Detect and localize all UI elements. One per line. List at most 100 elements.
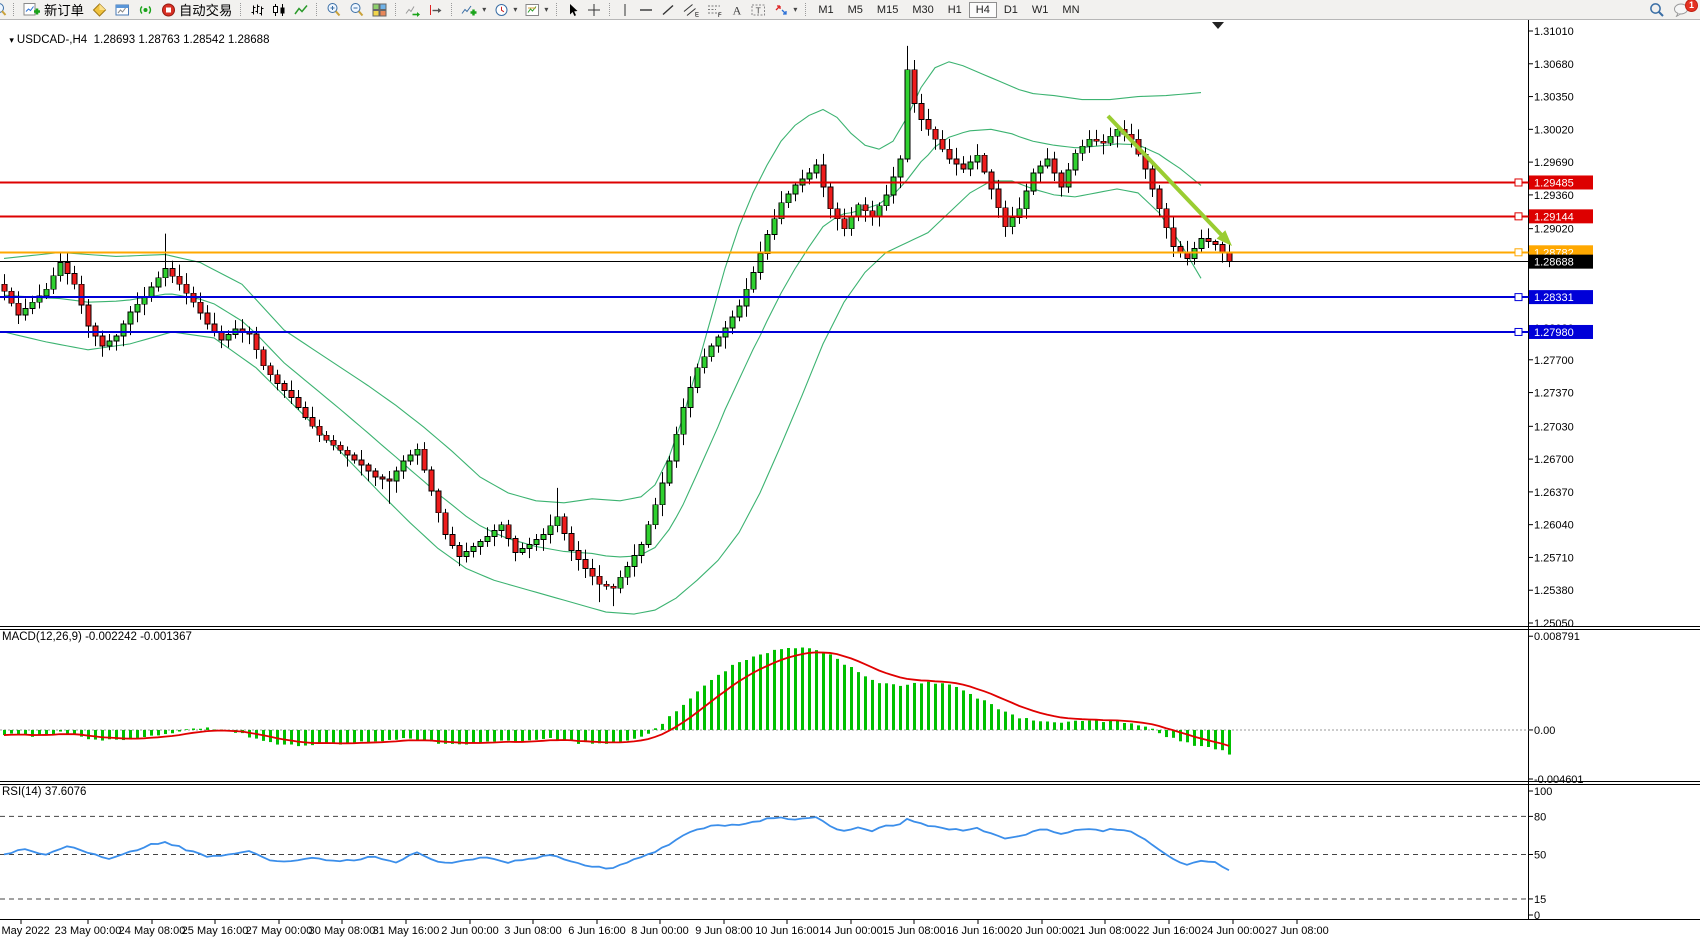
candle-body bbox=[940, 139, 945, 149]
main-toolbar: 新订单 自动交易 ▾ ▾ ▾ E F A T ▾ M1M5M15M30H1H4D… bbox=[0, 0, 1700, 20]
horizontal-line-object[interactable] bbox=[0, 179, 1529, 186]
vertical-line-button[interactable] bbox=[615, 1, 635, 18]
chart-window[interactable]: 1.310101.306801.303501.300201.296901.293… bbox=[0, 0, 1700, 942]
chart-candles-button[interactable] bbox=[268, 1, 290, 18]
periods-button[interactable]: ▾ bbox=[490, 1, 521, 18]
candle-body bbox=[968, 162, 973, 169]
candle-body bbox=[338, 445, 343, 450]
time-tick-label: 31 May 16:00 bbox=[373, 925, 440, 937]
time-axis[interactable]: 9 May 202223 May 00:0024 May 08:0025 May… bbox=[0, 920, 1329, 938]
auto-scroll-button[interactable] bbox=[401, 1, 424, 18]
equidistant-channel-button[interactable]: E bbox=[679, 1, 703, 18]
rsi-indicator-label: RSI(14) 37.6076 bbox=[2, 786, 86, 798]
line-handle bbox=[1515, 249, 1522, 256]
timeframe-button-D1[interactable]: D1 bbox=[997, 2, 1025, 18]
horizontal-line-icon bbox=[639, 3, 653, 17]
metaeditor-button[interactable] bbox=[111, 1, 134, 18]
template-chart-icon bbox=[525, 3, 540, 17]
fibonacci-button[interactable]: F bbox=[703, 1, 727, 18]
candle-body bbox=[989, 172, 994, 189]
profiles-button[interactable] bbox=[88, 1, 111, 18]
candle-body bbox=[576, 550, 581, 559]
line-handle bbox=[1515, 179, 1522, 186]
candle-body bbox=[30, 302, 35, 308]
candle-body bbox=[65, 262, 70, 273]
candle-body bbox=[772, 219, 777, 235]
auto-trading-button[interactable]: 自动交易 bbox=[157, 1, 236, 18]
zoom-out-button[interactable] bbox=[345, 1, 368, 18]
candle-body bbox=[583, 559, 588, 568]
notifications-button[interactable]: 1 bbox=[1669, 1, 1694, 18]
price-tick-label: 1.30020 bbox=[1534, 124, 1574, 136]
timeframe-button-W1[interactable]: W1 bbox=[1025, 2, 1056, 18]
svg-text:F: F bbox=[718, 12, 722, 16]
candle-body bbox=[128, 312, 133, 324]
price-tick-label: 1.27700 bbox=[1534, 355, 1574, 367]
channel-icon: E bbox=[683, 3, 699, 17]
candle-body bbox=[849, 217, 854, 229]
timeframe-button-H1[interactable]: H1 bbox=[941, 2, 969, 18]
trendline-button[interactable] bbox=[657, 1, 679, 18]
chart-line-button[interactable] bbox=[290, 1, 312, 18]
rsi-tick-label: 50 bbox=[1534, 850, 1546, 862]
candle-body bbox=[1059, 173, 1064, 187]
dropdown-caret-icon: ▾ bbox=[793, 5, 797, 14]
price-line-badge-text: 1.28331 bbox=[1534, 292, 1574, 304]
candle-body bbox=[604, 584, 609, 586]
chart-shift-icon bbox=[428, 3, 443, 17]
chart-shift-button[interactable] bbox=[424, 1, 447, 18]
price-line-badge-text: 1.29144 bbox=[1534, 211, 1574, 223]
indicator-axes[interactable]: 0.0087910.00-0.0046011008050150 bbox=[1529, 631, 1584, 922]
candle-body bbox=[737, 306, 742, 317]
zoom-in-button[interactable] bbox=[322, 1, 345, 18]
time-tick-label: 22 Jun 16:00 bbox=[1137, 925, 1201, 937]
new-order-icon bbox=[23, 2, 41, 17]
time-tick-label: 2 Jun 00:00 bbox=[441, 925, 499, 937]
price-tick-label: 1.26040 bbox=[1534, 520, 1574, 532]
price-tick-label: 1.29020 bbox=[1534, 224, 1574, 236]
candle-body bbox=[758, 253, 763, 272]
collapse-icon[interactable]: ▾ bbox=[9, 35, 14, 45]
rsi-tick-label: 80 bbox=[1534, 811, 1546, 823]
horizontal-line-button[interactable] bbox=[635, 1, 657, 18]
templates-button[interactable]: ▾ bbox=[521, 1, 552, 18]
indicators-button[interactable]: ▾ bbox=[457, 1, 490, 18]
candle-body bbox=[954, 159, 959, 164]
candle-body bbox=[492, 531, 497, 537]
arrows-button[interactable]: ▾ bbox=[770, 1, 801, 18]
cursor-button[interactable] bbox=[562, 1, 583, 18]
candle-body bbox=[996, 189, 1001, 208]
candle-body bbox=[352, 455, 357, 460]
signals-button[interactable] bbox=[134, 1, 157, 18]
search-button[interactable] bbox=[1645, 1, 1669, 18]
horizontal-line-object[interactable] bbox=[0, 249, 1529, 256]
candle-body bbox=[317, 426, 322, 435]
chart-bars-button[interactable] bbox=[246, 1, 268, 18]
zoom-out-icon bbox=[349, 2, 364, 17]
text-button[interactable]: A bbox=[727, 1, 747, 18]
timeframe-button-M1[interactable]: M1 bbox=[811, 2, 840, 18]
candle-body bbox=[219, 332, 224, 340]
timeframe-button-MN[interactable]: MN bbox=[1055, 2, 1086, 18]
candle-body bbox=[499, 525, 504, 531]
price-tick-label: 1.31010 bbox=[1534, 26, 1574, 38]
crosshair-button[interactable] bbox=[583, 1, 605, 18]
clipped-toolbar-icon[interactable] bbox=[0, 2, 9, 17]
timeframe-button-M30[interactable]: M30 bbox=[905, 2, 940, 18]
candle-body bbox=[415, 449, 420, 455]
tile-windows-button[interactable] bbox=[368, 1, 391, 18]
horizontal-line-object[interactable] bbox=[0, 213, 1529, 220]
candle-body bbox=[436, 491, 441, 513]
trend-arrow-object[interactable] bbox=[1108, 116, 1232, 246]
candle-body bbox=[2, 284, 7, 291]
text-label-button[interactable]: T bbox=[747, 1, 770, 18]
timeframe-button-M15[interactable]: M15 bbox=[870, 2, 905, 18]
horizontal-line-object[interactable] bbox=[0, 294, 1529, 301]
timeframe-button-H4[interactable]: H4 bbox=[969, 2, 997, 18]
chart-shift-marker[interactable] bbox=[1212, 22, 1224, 29]
candle-body bbox=[1150, 169, 1155, 189]
candle-body bbox=[394, 471, 399, 481]
new-order-button[interactable]: 新订单 bbox=[19, 1, 88, 18]
candle-body bbox=[44, 289, 49, 295]
timeframe-button-M5[interactable]: M5 bbox=[841, 2, 870, 18]
